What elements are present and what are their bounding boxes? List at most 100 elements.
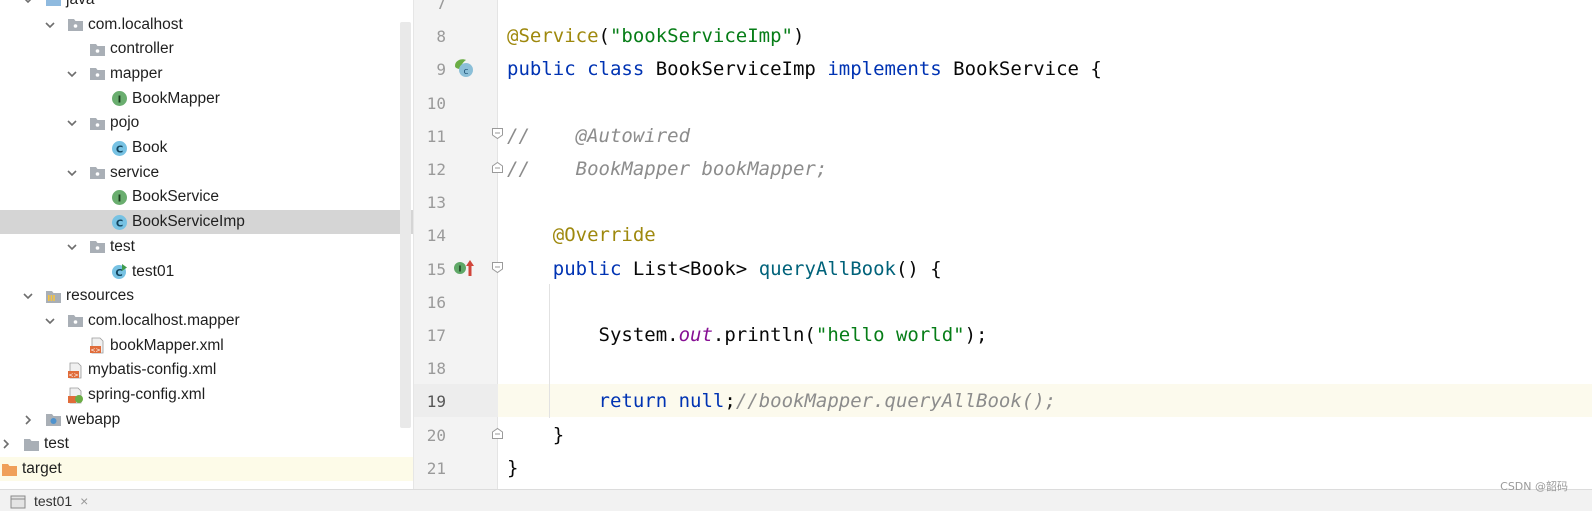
tree-item-label: resources [66, 287, 135, 305]
package-icon [89, 65, 106, 82]
code-line[interactable]: return null;//bookMapper.queryAllBook(); [507, 385, 1057, 418]
code-line[interactable]: @Service("bookServiceImp") [507, 20, 804, 53]
code-token: .println( [712, 324, 816, 346]
chevron-down-icon[interactable] [66, 167, 78, 179]
fold-marker-icon[interactable] [491, 127, 504, 140]
tree-item[interactable]: <> bookMapper.xml [0, 333, 414, 358]
tree-item-label: controller [110, 40, 174, 58]
tree-item[interactable]: com.localhost.mapper [0, 309, 414, 334]
svg-text:c: c [464, 67, 469, 77]
tree-item[interactable]: resources [0, 284, 414, 309]
chevron-down-icon[interactable] [66, 68, 78, 80]
package-icon [89, 238, 106, 255]
code-token: () { [895, 257, 942, 280]
tree-item[interactable]: I BookMapper [0, 86, 414, 111]
code-line[interactable]: } [507, 452, 518, 485]
tree-item[interactable]: java [0, 0, 414, 12]
line-number: 10 [426, 93, 446, 113]
class-icon: C [111, 140, 128, 157]
tab-close-icon[interactable]: × [80, 493, 88, 509]
class-icon: C [111, 214, 128, 231]
tree-item[interactable]: spring-config.xml [0, 383, 414, 408]
tree-item[interactable]: C BookServiceImp [0, 209, 414, 235]
chevron-right-icon[interactable] [0, 438, 12, 450]
code-token: "bookServiceImp" [609, 25, 793, 48]
chevron-down-icon[interactable] [66, 241, 78, 253]
chevron-down-icon[interactable] [44, 315, 56, 327]
spring-xml-file-icon [67, 387, 84, 404]
line-number: 11 [426, 126, 446, 146]
package-icon [89, 41, 106, 58]
code-token: @Service [507, 25, 599, 48]
tree-item[interactable]: Ctest01 [0, 259, 414, 284]
tree-item-label: com.localhost.mapper [88, 311, 240, 329]
tree-item[interactable]: com.localhost [0, 12, 414, 37]
code-line[interactable]: // BookMapper bookMapper; [507, 153, 827, 186]
code-token: ; [724, 390, 736, 413]
interface-icon: I [111, 90, 128, 107]
tree-item-label: webapp [66, 410, 121, 428]
code-token: List<Book> [632, 257, 759, 280]
code-token: queryAllBook [758, 257, 896, 280]
implements-method-icon[interactable]: I [453, 258, 477, 278]
package-icon [67, 16, 84, 33]
code-token: //bookMapper.queryAllBook(); [735, 390, 1057, 413]
code-line[interactable]: System.out.println("hello world"); [507, 319, 988, 352]
folder-icon [23, 436, 40, 453]
tree-item[interactable]: controller [0, 37, 414, 62]
xml-file-icon: <> [67, 362, 84, 379]
tree-item-label: mapper [110, 64, 163, 82]
tree-item-label: pojo [110, 114, 140, 132]
code-token: @Override [507, 224, 656, 247]
line-number: 14 [426, 226, 446, 246]
line-number: 19 [426, 392, 446, 412]
tree-item[interactable]: <> mybatis-config.xml [0, 358, 414, 383]
code-token: } [507, 423, 565, 446]
code-line[interactable]: @Override [507, 219, 656, 252]
fold-marker-icon[interactable] [491, 427, 504, 440]
code-line[interactable]: // @Autowired [507, 120, 690, 153]
svg-text:C: C [115, 268, 122, 279]
interface-icon: I [111, 189, 128, 206]
runnable-class-icon: C [111, 263, 128, 280]
tree-item[interactable]: C Book [0, 136, 414, 161]
line-number: 21 [426, 458, 446, 478]
fold-marker-icon[interactable] [491, 161, 504, 174]
chevron-down-icon[interactable] [44, 19, 56, 31]
tree-item[interactable]: I BookService [0, 185, 414, 210]
line-number: 13 [426, 193, 446, 213]
chevron-down-icon[interactable] [22, 0, 34, 6]
tree-item[interactable]: mapper [0, 62, 414, 87]
svg-text:C: C [116, 218, 123, 229]
code-token: // BookMapper bookMapper; [507, 158, 828, 180]
tree-item[interactable]: service [0, 160, 414, 185]
tab-test01[interactable]: test01 × [10, 493, 88, 511]
line-number: 8 [436, 27, 446, 47]
fold-marker-icon[interactable] [491, 261, 504, 274]
tree-item-label: com.localhost [88, 15, 183, 33]
tree-item[interactable]: test [0, 432, 414, 457]
tree-item[interactable]: test [0, 235, 414, 260]
tree-item-label: BookService [132, 188, 220, 206]
tree-item-label: spring-config.xml [88, 386, 206, 404]
tree-item[interactable]: pojo [0, 111, 414, 136]
code-token: implements [827, 58, 954, 81]
package-icon [89, 115, 106, 132]
code-token: System. [507, 324, 679, 346]
spring-bean-icon[interactable]: c [452, 56, 476, 80]
svg-text:I: I [118, 95, 122, 106]
run-tab-bar: test01 × [0, 489, 1592, 511]
code-line[interactable]: public List<Book> queryAllBook() { [507, 253, 942, 286]
chevron-down-icon[interactable] [22, 290, 34, 302]
tree-item[interactable]: webapp [0, 407, 414, 432]
line-number: 17 [426, 326, 446, 345]
chevron-down-icon[interactable] [66, 117, 78, 129]
code-token: ) [793, 25, 805, 48]
tree-scrollbar[interactable] [400, 22, 411, 428]
line-number: 20 [426, 425, 446, 445]
chevron-right-icon[interactable] [22, 414, 34, 426]
tree-item-label: Book [132, 139, 168, 157]
tree-item[interactable]: target [0, 456, 414, 482]
code-line[interactable]: } [507, 419, 564, 452]
code-line[interactable]: public class BookServiceImp implements B… [507, 53, 1102, 86]
